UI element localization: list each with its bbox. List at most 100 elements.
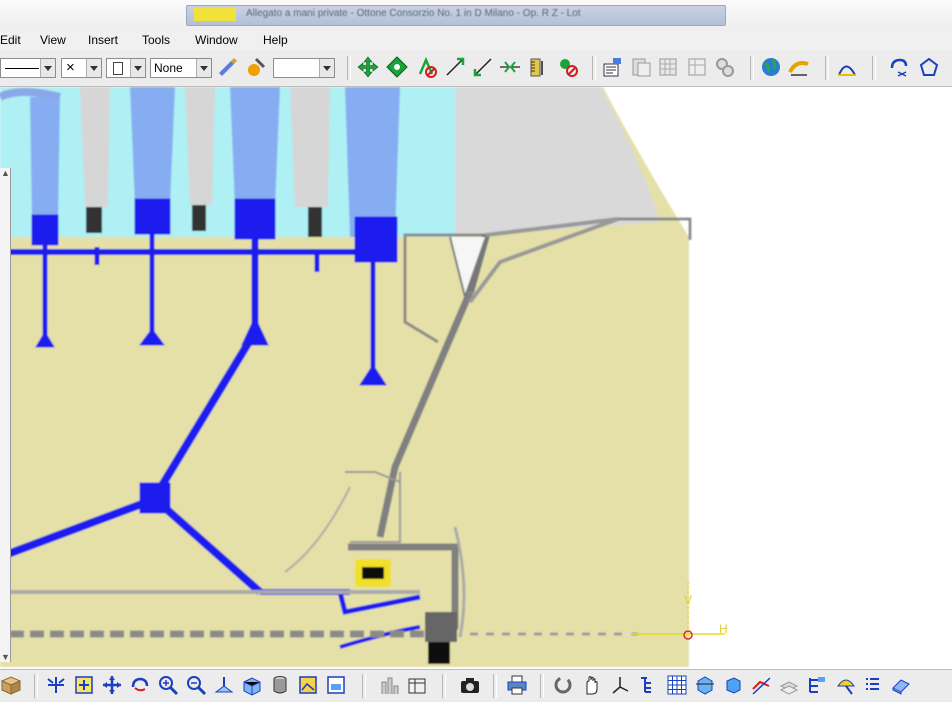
- menu-edit[interactable]: Edit: [0, 32, 21, 48]
- window-title: Allegato a mani private - Ottone Consorz…: [246, 8, 581, 19]
- gears-icon[interactable]: [714, 56, 736, 78]
- axis-transform-icon[interactable]: [888, 56, 910, 78]
- zoom-out-icon[interactable]: [185, 674, 207, 696]
- menu-insert[interactable]: Insert: [88, 32, 118, 48]
- curve-icon[interactable]: [836, 56, 858, 78]
- thickness-preview: [113, 62, 123, 75]
- bottom-toolbar: [0, 669, 952, 702]
- line-icon[interactable]: [444, 56, 466, 78]
- ruler-icon[interactable]: [527, 56, 549, 78]
- axis-v-label: V: [684, 593, 693, 607]
- toolbar-separator: [592, 56, 596, 80]
- chevron-down-icon[interactable]: [319, 59, 334, 77]
- building: [30, 97, 60, 222]
- paintbrush-icon[interactable]: [216, 56, 238, 78]
- toolbar-separator: [872, 56, 876, 80]
- menu-help[interactable]: Help: [263, 32, 288, 48]
- camera-icon[interactable]: [459, 674, 481, 696]
- linetype-combo[interactable]: [0, 58, 56, 78]
- hand-icon[interactable]: [581, 674, 603, 696]
- scroll-down-icon[interactable]: ▼: [1, 652, 10, 662]
- toolbar-separator: [442, 674, 446, 698]
- render-icon[interactable]: [788, 56, 810, 78]
- cube-icon[interactable]: [0, 674, 22, 696]
- linetype-preview: [5, 68, 39, 69]
- list-icon[interactable]: [862, 674, 884, 696]
- building: [185, 87, 215, 205]
- refresh-icon[interactable]: [552, 674, 574, 696]
- toolbar-separator: [750, 56, 754, 80]
- menu-bar: Edit View Insert Tools Window Help: [0, 30, 952, 50]
- table-insert-icon[interactable]: [406, 674, 428, 696]
- move-icon[interactable]: [101, 674, 123, 696]
- vertical-scrollbar[interactable]: ▲ ▼: [0, 168, 11, 662]
- eraser-icon[interactable]: [890, 674, 912, 696]
- menu-tools[interactable]: Tools: [142, 32, 170, 48]
- polygon-icon[interactable]: [918, 56, 940, 78]
- map-drawing: [0, 87, 952, 669]
- 3d-viewport[interactable]: V H: [0, 87, 952, 669]
- thickness-combo[interactable]: [106, 58, 146, 78]
- axes-icon[interactable]: [609, 674, 631, 696]
- fit-window-icon[interactable]: [73, 674, 95, 696]
- layer-filter-combo[interactable]: None: [150, 58, 212, 78]
- color-combo[interactable]: [273, 58, 335, 78]
- pan-icon[interactable]: [357, 56, 379, 78]
- point-style-value: ×: [66, 59, 75, 76]
- toolbar-separator: [34, 674, 38, 698]
- structure-block: [425, 612, 457, 642]
- building: [80, 87, 110, 207]
- frame-icon[interactable]: [325, 674, 347, 696]
- layers-icon[interactable]: [778, 674, 800, 696]
- layer-filter-value: None: [154, 61, 183, 75]
- building: [290, 87, 330, 207]
- lamp-icon[interactable]: [835, 674, 857, 696]
- cut-icon[interactable]: [557, 56, 579, 78]
- tree-icon[interactable]: [637, 674, 659, 696]
- toolbar-separator: [493, 674, 497, 698]
- rotate-icon[interactable]: [129, 674, 151, 696]
- building: [130, 87, 175, 205]
- chart-icon[interactable]: [378, 674, 400, 696]
- wire-icon[interactable]: [750, 674, 772, 696]
- grid-icon[interactable]: [686, 56, 708, 78]
- align-icon[interactable]: [499, 56, 521, 78]
- menu-view[interactable]: View: [40, 32, 66, 48]
- menu-window[interactable]: Window: [195, 32, 238, 48]
- box-icon[interactable]: [722, 674, 744, 696]
- scroll-up-icon[interactable]: ▲: [1, 168, 10, 178]
- station-marker-inner: [362, 567, 384, 579]
- table-icon[interactable]: [657, 56, 679, 78]
- zoom-in-icon[interactable]: [157, 674, 179, 696]
- normal-view-icon[interactable]: [213, 674, 235, 696]
- structure-block: [428, 642, 450, 664]
- cylinder-icon[interactable]: [269, 674, 291, 696]
- properties-icon[interactable]: [601, 56, 623, 78]
- chevron-down-icon[interactable]: [130, 59, 145, 77]
- print-icon[interactable]: [506, 674, 528, 696]
- building: [230, 87, 280, 207]
- fit-all-icon[interactable]: [386, 56, 408, 78]
- no-snap-icon[interactable]: [416, 56, 438, 78]
- building: [345, 87, 400, 237]
- chevron-down-icon[interactable]: [40, 59, 55, 77]
- extend-icon[interactable]: [472, 56, 494, 78]
- structure-icon[interactable]: [806, 674, 828, 696]
- toolbar-separator: [362, 674, 366, 698]
- cube-view-icon[interactable]: [694, 674, 716, 696]
- fill-color-icon[interactable]: [244, 56, 266, 78]
- globe-icon[interactable]: [760, 56, 782, 78]
- layer-icon[interactable]: [630, 56, 652, 78]
- toolbar-separator: [825, 56, 829, 80]
- iso-view-icon[interactable]: [241, 674, 263, 696]
- title-bar: Allegato a mani private - Ottone Consorz…: [0, 0, 952, 31]
- point-style-combo[interactable]: ×: [61, 58, 102, 78]
- chevron-down-icon[interactable]: [86, 59, 101, 77]
- image-icon[interactable]: [297, 674, 319, 696]
- app-logo-icon: [194, 8, 236, 21]
- mesh-icon[interactable]: [666, 674, 688, 696]
- zoom-fit-icon[interactable]: [45, 674, 67, 696]
- toolbar-separator: [540, 674, 544, 698]
- chevron-down-icon[interactable]: [196, 59, 211, 77]
- toolbar-separator: [347, 56, 351, 80]
